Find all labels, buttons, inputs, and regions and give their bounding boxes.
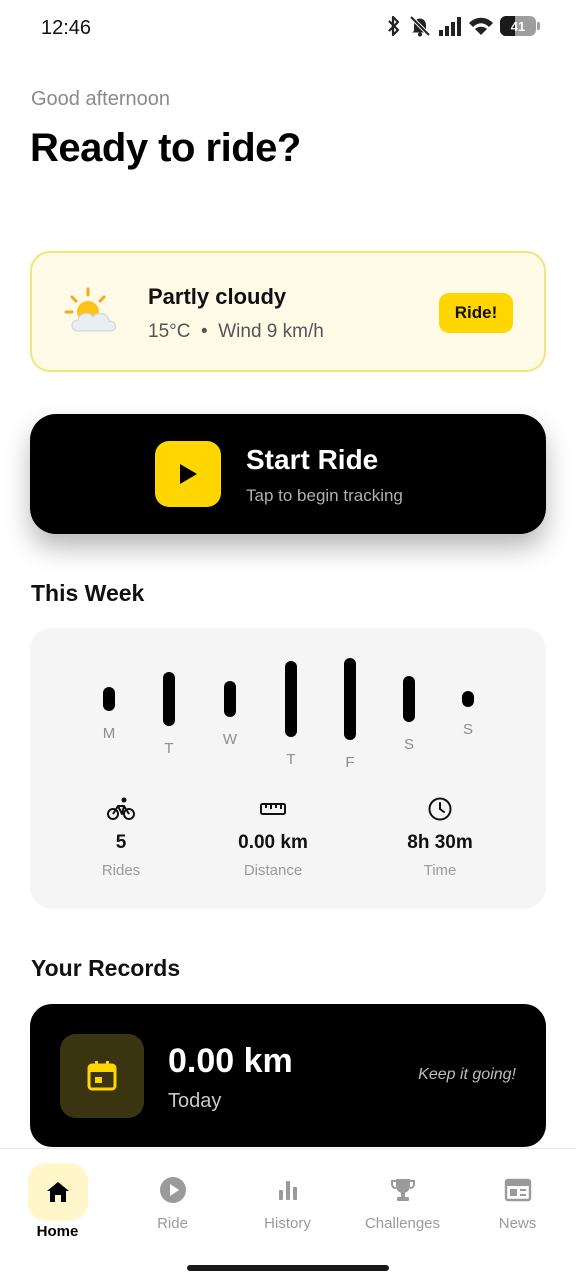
stat-rides: 5 Rides xyxy=(51,796,191,879)
stat-distance-value: 0.00 km xyxy=(238,832,308,853)
newspaper-icon xyxy=(504,1178,531,1202)
signal-icon xyxy=(439,17,461,36)
weather-condition: Partly cloudy xyxy=(148,284,287,309)
bar-chart-icon xyxy=(278,1181,297,1200)
week-day-label: T xyxy=(286,750,296,768)
start-ride-play-button[interactable] xyxy=(155,441,221,507)
play-circle-icon xyxy=(159,1177,186,1203)
stat-time: 8h 30m Time xyxy=(370,796,510,879)
week-bar-day-6 xyxy=(403,675,415,723)
this-week-title: This Week xyxy=(31,580,145,606)
stat-rides-value: 5 xyxy=(115,832,127,853)
status-time: 12:46 xyxy=(41,17,92,39)
stat-rides-label: Rides xyxy=(101,862,141,879)
greeting: Good afternoon xyxy=(31,88,170,110)
status-bar: 12:46 41 xyxy=(0,0,576,56)
records-title: Your Records xyxy=(31,955,181,981)
week-day-label: T xyxy=(164,740,174,758)
stat-distance: 0.00 km Distance xyxy=(203,796,343,879)
start-ride-subtitle: Tap to begin tracking xyxy=(246,486,403,505)
stat-distance-label: Distance xyxy=(243,862,303,879)
bicycle-icon xyxy=(107,797,135,820)
nav-label-history: History xyxy=(264,1215,311,1232)
nav-label-news: News xyxy=(498,1215,537,1232)
week-bar-day-2 xyxy=(163,671,175,727)
ruler-icon xyxy=(260,803,286,815)
nav-item-challenges[interactable]: Challenges xyxy=(345,1149,460,1249)
home-icon xyxy=(46,1182,69,1202)
week-day-label: S xyxy=(462,721,473,739)
week-day-label: M xyxy=(102,725,116,743)
records-card[interactable]: 0.00 km Today Keep it going! xyxy=(30,1004,546,1147)
week-bar-day-1 xyxy=(103,686,115,712)
play-icon xyxy=(180,464,197,484)
partly-cloudy-icon xyxy=(64,287,117,332)
week-bar-day-3 xyxy=(224,681,236,717)
nav-item-history[interactable]: History xyxy=(230,1149,345,1249)
clock-icon xyxy=(428,797,452,821)
bottom-nav: Home Ride History Challenges News xyxy=(0,1148,576,1280)
weather-card: Partly cloudy 15°C • Wind 9 km/h Ride! xyxy=(30,251,546,372)
ride-now-button[interactable]: Ride! xyxy=(439,293,513,333)
nav-label-ride: Ride xyxy=(157,1215,188,1232)
week-day-label: W xyxy=(222,730,238,748)
records-icon-tile xyxy=(60,1034,144,1118)
weather-wind: Wind 9 km/h xyxy=(218,321,324,342)
week-bar-day-7 xyxy=(462,690,474,708)
week-bar-day-4 xyxy=(285,661,297,737)
stat-time-value: 8h 30m xyxy=(407,832,473,853)
nav-label-challenges: Challenges xyxy=(364,1215,441,1232)
calendar-icon xyxy=(87,1061,117,1091)
week-day-label: S xyxy=(403,736,414,754)
weather-separator: • xyxy=(201,321,208,342)
battery-level: 41 xyxy=(510,18,526,34)
nav-item-news[interactable]: News xyxy=(460,1149,575,1249)
nav-item-home[interactable]: Home xyxy=(0,1149,115,1249)
battery-icon: 41 xyxy=(500,16,540,36)
week-day-label: F xyxy=(345,754,355,771)
nav-label-home: Home xyxy=(36,1223,79,1240)
nav-item-ride[interactable]: Ride xyxy=(115,1149,230,1249)
records-note: Keep it going! xyxy=(418,1066,516,1083)
start-ride-title: Start Ride xyxy=(246,444,379,475)
trophy-icon xyxy=(390,1179,415,1201)
week-bar-day-5 xyxy=(344,658,356,740)
bluetooth-icon xyxy=(388,15,400,37)
stat-time-label: Time xyxy=(423,862,457,879)
home-indicator xyxy=(187,1265,389,1271)
wifi-icon xyxy=(469,17,493,35)
records-label: Today xyxy=(168,1090,222,1112)
page-title: Ready to ride? xyxy=(30,126,301,170)
weather-temperature: 15°C xyxy=(148,321,191,342)
weather-details: 15°C • Wind 9 km/h xyxy=(148,321,324,343)
records-value: 0.00 km xyxy=(168,1042,293,1080)
start-ride-button[interactable]: Start Ride Tap to begin tracking xyxy=(30,414,546,534)
bell-muted-icon xyxy=(409,15,431,37)
status-icons: 41 xyxy=(386,15,540,37)
weekly-activity-card: M T W T F S S 5 Rides 0.00 km Distance 8h 30m … xyxy=(30,628,546,909)
